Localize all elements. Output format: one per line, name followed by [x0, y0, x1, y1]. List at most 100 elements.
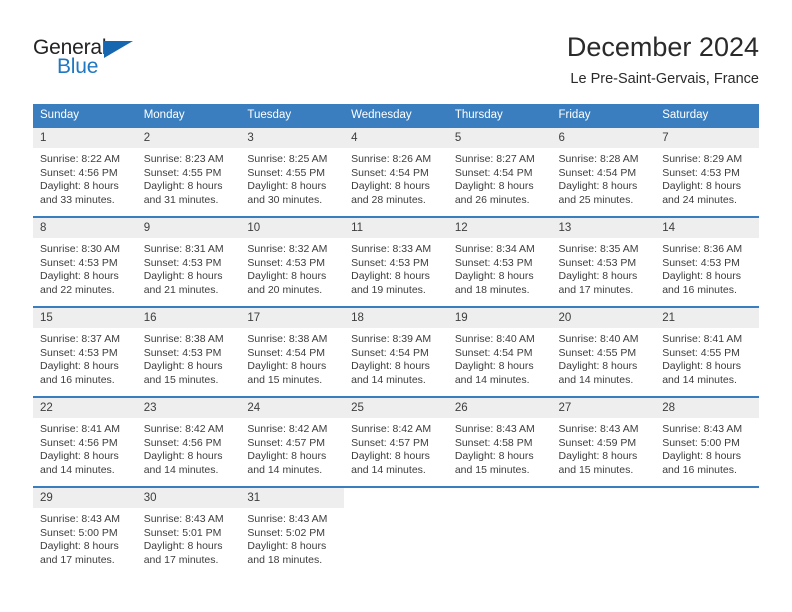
general-blue-logo[interactable]: General Blue: [33, 36, 153, 82]
calendar-day-cell[interactable]: 28 Sunrise: 8:43 AM Sunset: 5:00 PM Dayligh…: [655, 397, 759, 487]
day-number: 26: [447, 398, 552, 418]
day-number: 30: [136, 488, 241, 508]
calendar-day-cell[interactable]: 3 Sunrise: 8:25 AM Sunset: 4:55 PM Daylight…: [240, 127, 345, 217]
weekday-header-saturday: Saturday: [655, 104, 759, 127]
day-cell-content: 17 Sunrise: 8:38 AM Sunset: 4:54 PM Dayligh…: [240, 308, 345, 396]
day-detail-sunrise: Sunrise: 8:37 AM: [40, 333, 120, 345]
day-detail-sunset: Sunset: 4:55 PM: [558, 346, 637, 359]
calendar-day-cell[interactable]: 20 Sunrise: 8:40 AM Sunset: 4:55 PM Dayligh…: [551, 307, 656, 397]
day-number: 24: [240, 398, 345, 418]
calendar-day-cell[interactable]: 17 Sunrise: 8:38 AM Sunset: 4:54 PM Dayligh…: [240, 307, 345, 397]
day-number: 17: [240, 308, 345, 328]
day-detail-daylight-line2: and 14 minutes.: [247, 463, 323, 476]
day-detail-sunrise: Sunrise: 8:41 AM: [662, 333, 743, 345]
calendar-day-cell[interactable]: 9 Sunrise: 8:31 AM Sunset: 4:53 PM Daylight…: [136, 217, 241, 307]
day-detail-sunrise: Sunrise: 8:30 AM: [40, 243, 120, 255]
day-cell-content: 3 Sunrise: 8:25 AM Sunset: 4:55 PM Daylight…: [240, 128, 345, 216]
day-detail-daylight-line2: and 14 minutes.: [351, 373, 426, 386]
day-detail-sunrise: Sunrise: 8:32 AM: [247, 243, 328, 255]
calendar-day-cell[interactable]: 8 Sunrise: 8:30 AM Sunset: 4:53 PM Daylight…: [33, 217, 137, 307]
calendar-day-cell[interactable]: 23 Sunrise: 8:42 AM Sunset: 4:56 PM Dayligh…: [136, 397, 241, 487]
day-number: 15: [33, 308, 137, 328]
day-cell-content: 28 Sunrise: 8:43 AM Sunset: 5:00 PM Dayligh…: [655, 398, 759, 486]
page-header: General Blue December 2024 Le Pre-Saint-…: [0, 0, 792, 104]
day-detail-daylight-line2: and 33 minutes.: [40, 193, 115, 206]
day-details: Sunrise: 8:41 AM Sunset: 4:55 PM Daylight:…: [655, 328, 759, 387]
calendar-day-cell[interactable]: 26 Sunrise: 8:43 AM Sunset: 4:58 PM Dayligh…: [447, 397, 552, 487]
calendar-day-cell[interactable]: 7 Sunrise: 8:29 AM Sunset: 4:53 PM Daylight…: [655, 127, 759, 217]
calendar-day-cell[interactable]: 4 Sunrise: 8:26 AM Sunset: 4:54 PM Daylight…: [344, 127, 448, 217]
calendar-day-cell[interactable]: 19 Sunrise: 8:40 AM Sunset: 4:54 PM Dayligh…: [447, 307, 552, 397]
day-detail-daylight-line1: Daylight: 8 hours: [40, 180, 119, 193]
day-detail-daylight-line2: and 19 minutes.: [351, 283, 426, 296]
calendar-day-cell[interactable]: 5 Sunrise: 8:27 AM Sunset: 4:54 PM Daylight…: [447, 127, 552, 217]
day-details: Sunrise: 8:43 AM Sunset: 4:59 PM Daylight:…: [552, 418, 656, 477]
calendar-day-cell[interactable]: 15 Sunrise: 8:37 AM Sunset: 4:53 PM Dayligh…: [33, 307, 137, 397]
calendar-day-cell[interactable]: 24 Sunrise: 8:42 AM Sunset: 4:57 PM Dayligh…: [240, 397, 345, 487]
calendar-day-cell[interactable]: 11 Sunrise: 8:33 AM Sunset: 4:53 PM Dayligh…: [344, 217, 448, 307]
day-detail-sunset: Sunset: 4:57 PM: [247, 436, 326, 449]
calendar-day-cell[interactable]: 6 Sunrise: 8:28 AM Sunset: 4:54 PM Daylight…: [551, 127, 656, 217]
calendar-day-cell[interactable]: 14 Sunrise: 8:36 AM Sunset: 4:53 PM Dayligh…: [655, 217, 759, 307]
calendar-day-cell[interactable]: 16 Sunrise: 8:38 AM Sunset: 4:53 PM Dayligh…: [136, 307, 241, 397]
day-detail-daylight-line2: and 15 minutes.: [454, 463, 530, 476]
day-detail-daylight-line1: Daylight: 8 hours: [558, 360, 638, 373]
day-detail-sunrise: Sunrise: 8:41 AM: [40, 423, 120, 435]
calendar-day-cell[interactable]: 27 Sunrise: 8:43 AM Sunset: 4:59 PM Dayligh…: [551, 397, 656, 487]
day-detail-daylight-line1: Daylight: 8 hours: [454, 450, 534, 463]
calendar-day-cell[interactable]: 22 Sunrise: 8:41 AM Sunset: 4:56 PM Dayligh…: [33, 397, 137, 487]
day-detail-sunrise: Sunrise: 8:42 AM: [247, 423, 328, 435]
day-detail-daylight-line2: and 31 minutes.: [143, 193, 219, 206]
calendar-day-cell[interactable]: 18 Sunrise: 8:39 AM Sunset: 4:54 PM Dayligh…: [344, 307, 448, 397]
day-cell-content: 16 Sunrise: 8:38 AM Sunset: 4:53 PM Dayligh…: [136, 308, 241, 396]
day-detail-daylight-line2: and 16 minutes.: [40, 373, 115, 386]
day-detail-daylight-line1: Daylight: 8 hours: [351, 450, 430, 463]
day-detail-sunrise: Sunrise: 8:43 AM: [40, 513, 120, 525]
calendar-week-row: 22 Sunrise: 8:41 AM Sunset: 4:56 PM Dayligh…: [33, 397, 759, 487]
calendar-day-cell[interactable]: 21 Sunrise: 8:41 AM Sunset: 4:55 PM Dayligh…: [655, 307, 759, 397]
day-detail-daylight-line2: and 14 minutes.: [351, 463, 426, 476]
calendar-day-cell[interactable]: 29 Sunrise: 8:43 AM Sunset: 5:00 PM Dayligh…: [33, 487, 137, 576]
day-detail-daylight-line2: and 25 minutes.: [558, 193, 634, 206]
day-details: Sunrise: 8:23 AM Sunset: 4:55 PM Daylight:…: [137, 148, 241, 207]
day-detail-sunrise: Sunrise: 8:43 AM: [558, 423, 639, 435]
day-detail-sunset: Sunset: 4:53 PM: [662, 166, 740, 179]
day-detail-daylight-line1: Daylight: 8 hours: [454, 360, 534, 373]
day-detail-daylight-line1: Daylight: 8 hours: [40, 360, 119, 373]
day-detail-daylight-line2: and 15 minutes.: [247, 373, 323, 386]
calendar-day-cell[interactable]: 25 Sunrise: 8:42 AM Sunset: 4:57 PM Dayligh…: [344, 397, 448, 487]
day-detail-daylight-line2: and 28 minutes.: [351, 193, 426, 206]
day-detail-daylight-line1: Daylight: 8 hours: [662, 360, 742, 373]
calendar-day-cell[interactable]: 1 Sunrise: 8:22 AM Sunset: 4:56 PM Daylight…: [33, 127, 137, 217]
day-detail-sunrise: Sunrise: 8:26 AM: [351, 153, 432, 165]
calendar-day-cell[interactable]: 30 Sunrise: 8:43 AM Sunset: 5:01 PM Dayligh…: [136, 487, 241, 576]
day-number: 7: [655, 128, 759, 148]
day-detail-daylight-line2: and 15 minutes.: [558, 463, 634, 476]
day-detail-daylight-line2: and 14 minutes.: [40, 463, 115, 476]
day-detail-sunset: Sunset: 4:57 PM: [351, 436, 429, 449]
day-number: 14: [655, 218, 759, 238]
day-detail-daylight-line1: Daylight: 8 hours: [247, 360, 327, 373]
day-cell-content: 20 Sunrise: 8:40 AM Sunset: 4:55 PM Dayligh…: [551, 308, 656, 396]
day-details: Sunrise: 8:31 AM Sunset: 4:53 PM Daylight:…: [137, 238, 241, 297]
day-detail-daylight-line2: and 18 minutes.: [247, 553, 323, 566]
day-detail-sunset: Sunset: 4:54 PM: [351, 166, 429, 179]
day-detail-sunset: Sunset: 4:54 PM: [351, 346, 429, 359]
day-cell-content: 25 Sunrise: 8:42 AM Sunset: 4:57 PM Dayligh…: [344, 398, 448, 486]
day-number: 1: [33, 128, 137, 148]
calendar-day-cell[interactable]: 12 Sunrise: 8:34 AM Sunset: 4:53 PM Dayligh…: [447, 217, 552, 307]
day-cell-content: 19 Sunrise: 8:40 AM Sunset: 4:54 PM Dayligh…: [447, 308, 552, 396]
calendar-day-cell[interactable]: 31 Sunrise: 8:43 AM Sunset: 5:02 PM Dayligh…: [240, 487, 345, 576]
calendar-day-cell[interactable]: 2 Sunrise: 8:23 AM Sunset: 4:55 PM Daylight…: [136, 127, 241, 217]
day-details: Sunrise: 8:43 AM Sunset: 5:00 PM Daylight:…: [33, 508, 137, 567]
calendar-week-row: 1 Sunrise: 8:22 AM Sunset: 4:56 PM Daylight…: [33, 127, 759, 217]
day-detail-daylight-line1: Daylight: 8 hours: [40, 270, 119, 283]
day-detail-sunrise: Sunrise: 8:25 AM: [247, 153, 328, 165]
calendar-day-cell[interactable]: 10 Sunrise: 8:32 AM Sunset: 4:53 PM Dayligh…: [240, 217, 345, 307]
weekday-header-sunday: Sunday: [33, 104, 137, 127]
day-detail-daylight-line1: Daylight: 8 hours: [40, 540, 119, 553]
calendar-day-cell[interactable]: 13 Sunrise: 8:35 AM Sunset: 4:53 PM Dayligh…: [551, 217, 656, 307]
day-details: Sunrise: 8:33 AM Sunset: 4:53 PM Daylight:…: [344, 238, 448, 297]
day-details: Sunrise: 8:34 AM Sunset: 4:53 PM Daylight:…: [448, 238, 552, 297]
day-detail-sunset: Sunset: 4:55 PM: [662, 346, 740, 359]
